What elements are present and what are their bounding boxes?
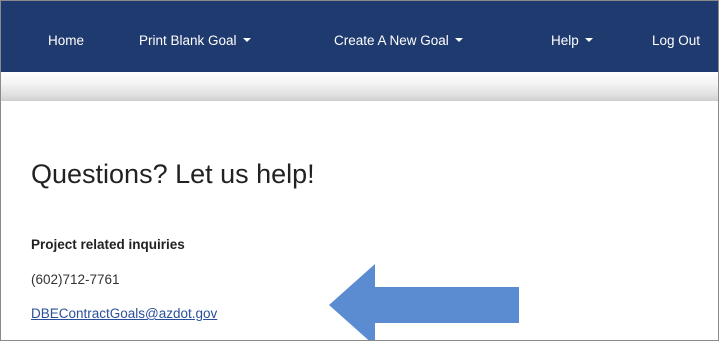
page-title: Questions? Let us help! <box>31 159 315 189</box>
nav-log-out[interactable]: Log Out <box>652 1 700 72</box>
browser-frame: Home Print Blank Goal Create A New Goal … <box>0 0 719 341</box>
sub-navbar <box>1 72 718 101</box>
section-title: Project related inquiries <box>31 237 185 252</box>
nav-home-label: Home <box>48 33 85 48</box>
nav-home[interactable]: Home <box>48 1 84 72</box>
phone-number: (602)712-7761 <box>31 272 120 287</box>
nav-print-blank-goal[interactable]: Print Blank Goal <box>139 1 251 72</box>
caret-down-icon <box>584 38 593 43</box>
arrow-left-shape <box>329 264 519 340</box>
arrow-left-icon <box>329 264 519 340</box>
nav-help-label: Help <box>551 33 579 48</box>
caret-down-icon <box>454 38 463 43</box>
top-navbar: Home Print Blank Goal Create A New Goal … <box>1 1 718 72</box>
nav-create-new-goal-label: Create A New Goal <box>334 33 449 48</box>
nav-print-blank-goal-label: Print Blank Goal <box>139 33 237 48</box>
email-link[interactable]: DBEContractGoals@azdot.gov <box>31 306 217 321</box>
caret-down-icon <box>242 38 251 43</box>
nav-create-new-goal[interactable]: Create A New Goal <box>334 1 463 72</box>
nav-log-out-label: Log Out <box>652 33 701 48</box>
nav-help[interactable]: Help <box>551 1 593 72</box>
